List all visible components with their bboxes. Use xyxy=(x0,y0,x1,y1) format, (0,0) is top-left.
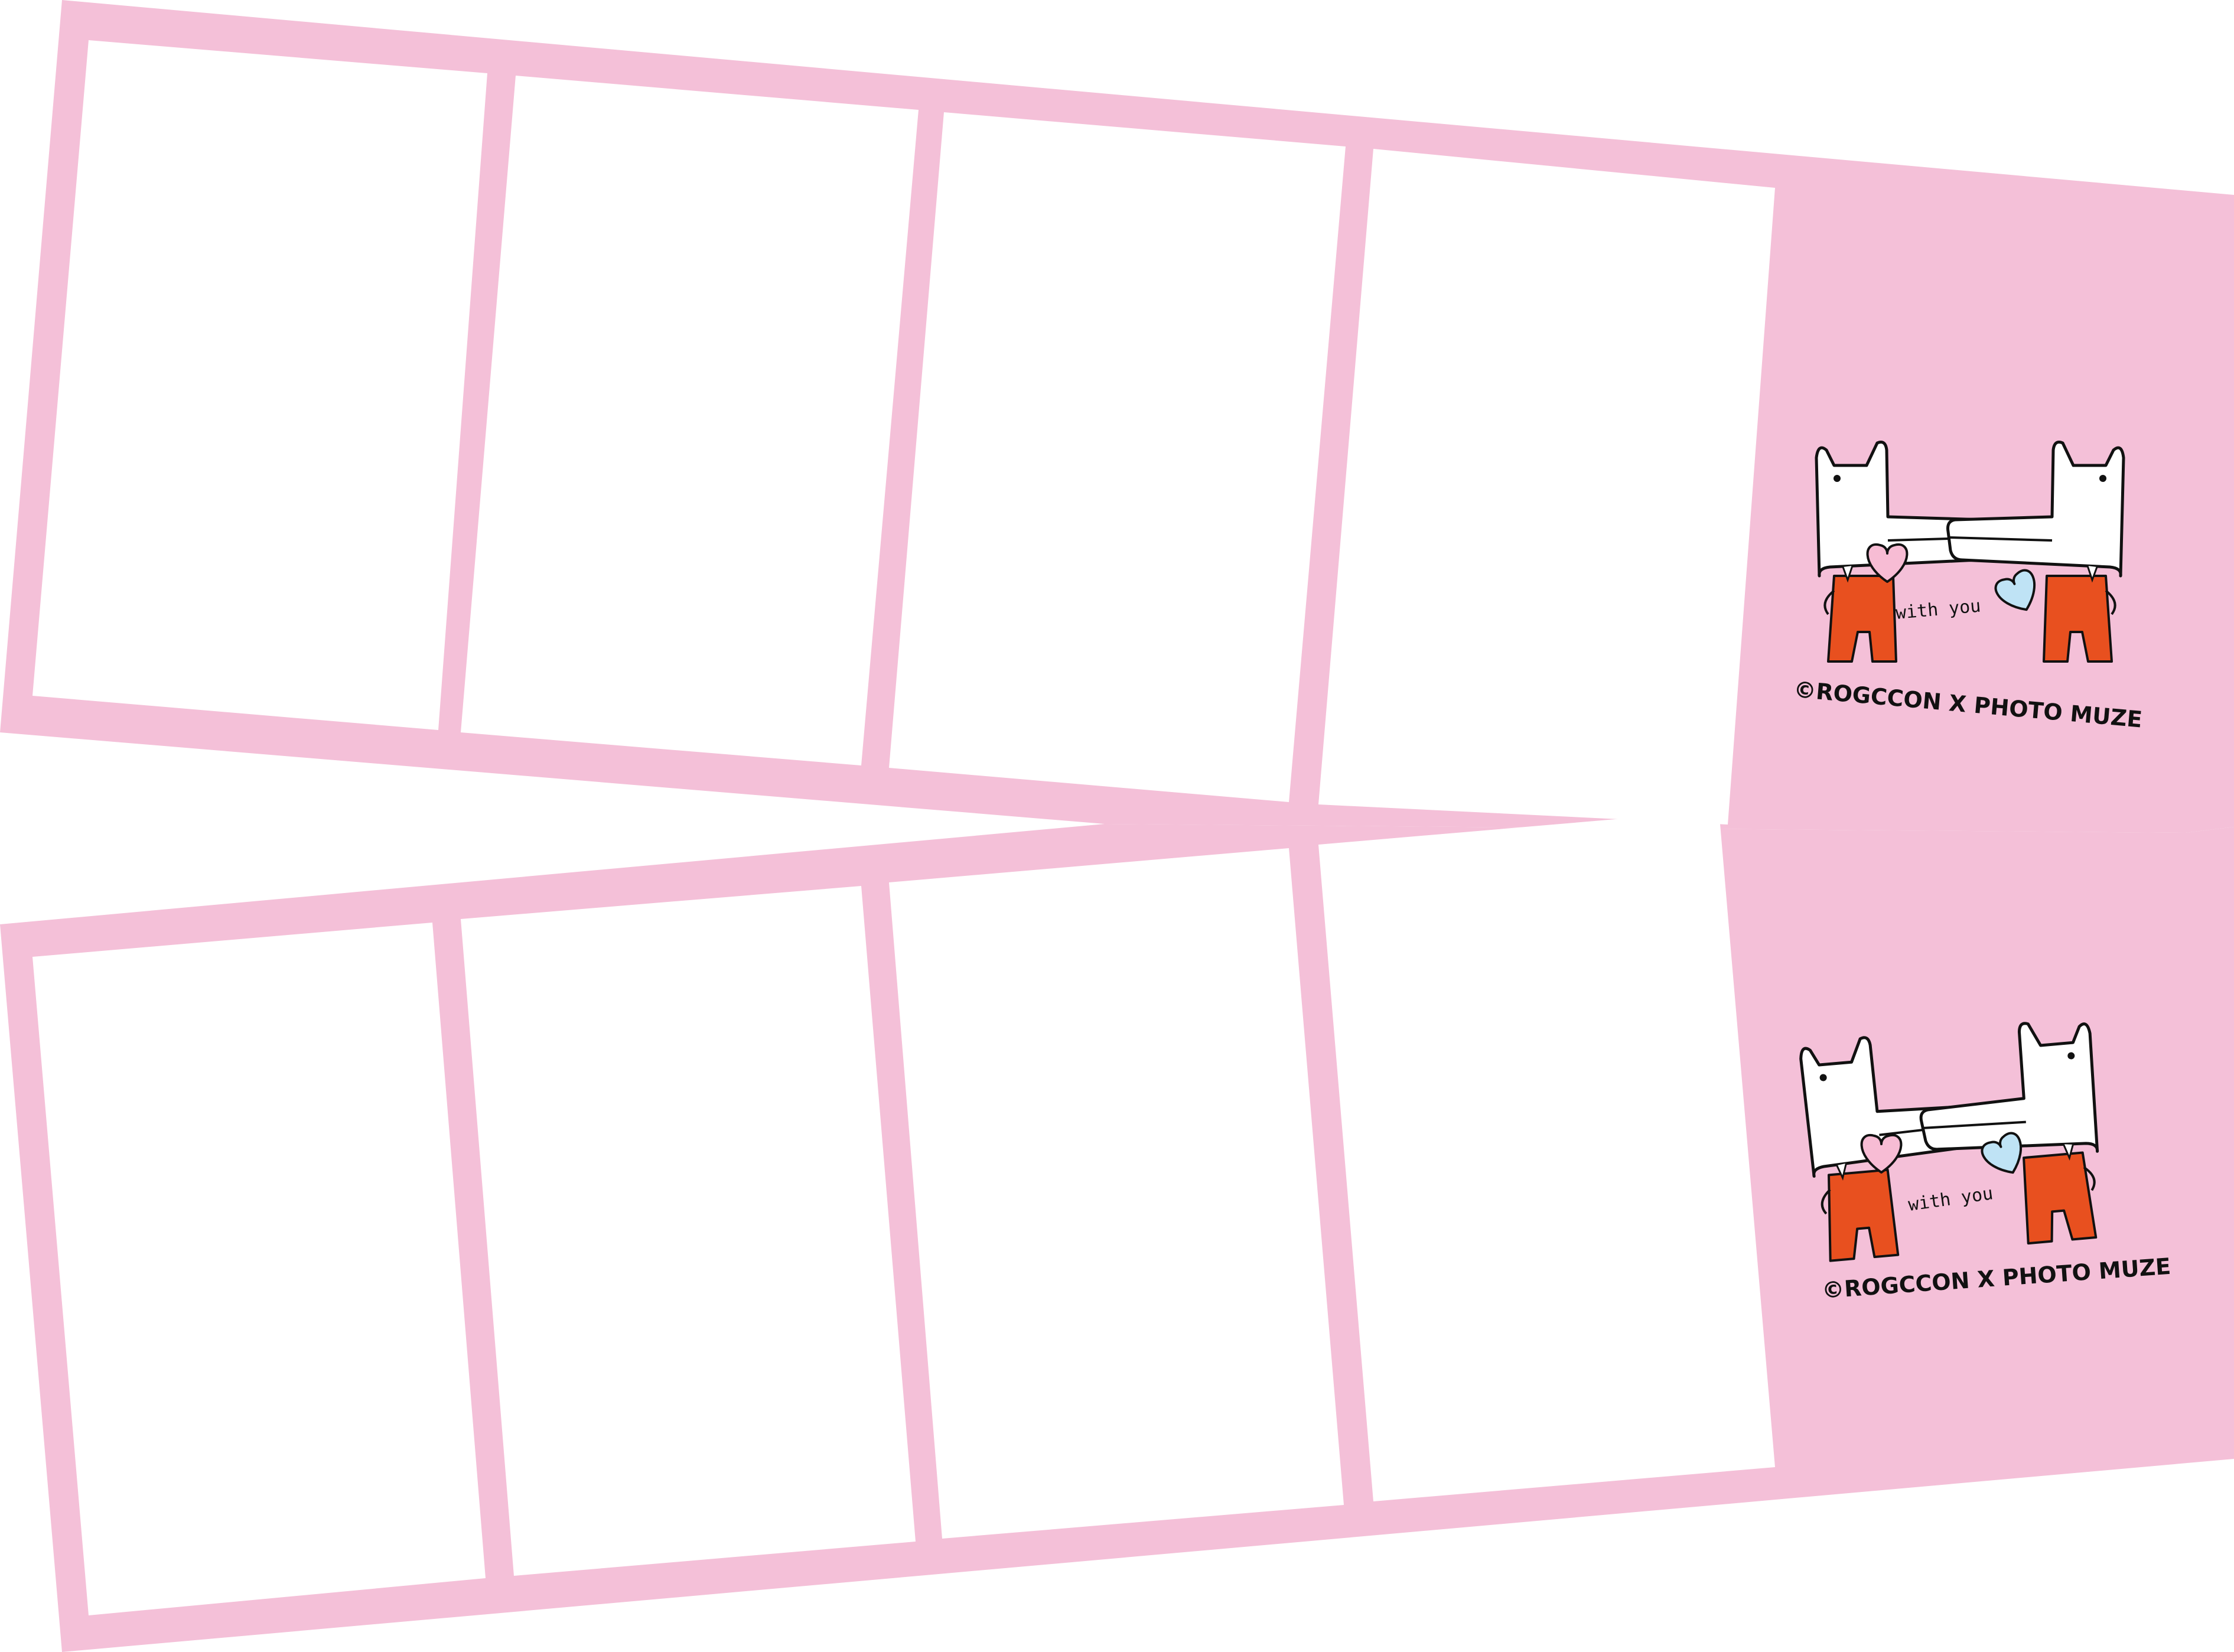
photo-slot-1[interactable] xyxy=(32,923,486,1615)
photo-slot-4[interactable] xyxy=(1318,149,1775,825)
photo-slot-2[interactable] xyxy=(461,886,916,1576)
photo-slot-3[interactable] xyxy=(889,112,1346,802)
photo-slot-1[interactable] xyxy=(32,40,487,730)
photo-slot-4[interactable] xyxy=(1318,810,1775,1501)
photo-strip-sheet: with you ©ROGCCON X PHOTO MUZE with you … xyxy=(0,0,2234,1652)
photo-slot-3[interactable] xyxy=(889,848,1344,1539)
top-strip: with you ©ROGCCON X PHOTO MUZE xyxy=(0,0,2234,833)
bottom-strip: with you ©ROGCCON X PHOTO MUZE xyxy=(0,810,2234,1652)
photo-slot-2[interactable] xyxy=(461,76,919,765)
